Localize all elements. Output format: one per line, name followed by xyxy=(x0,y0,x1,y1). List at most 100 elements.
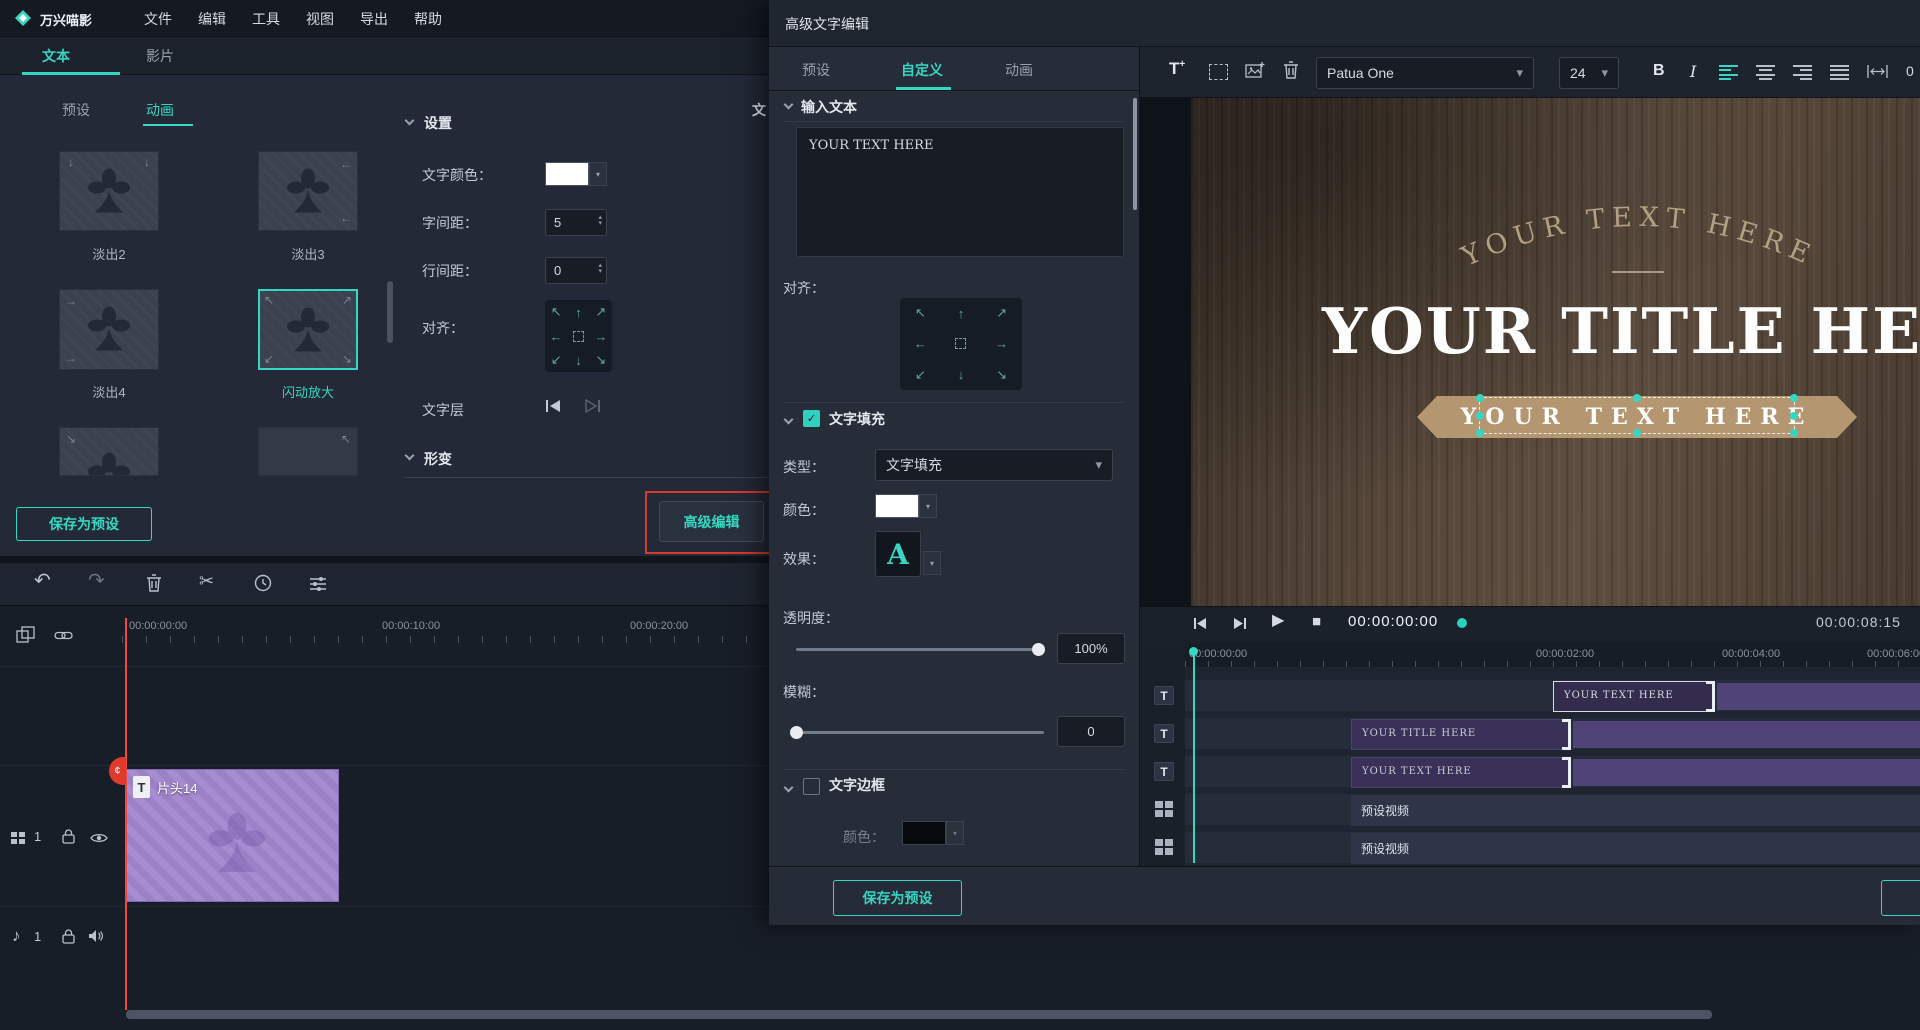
text-box-icon[interactable] xyxy=(1209,64,1228,80)
dialog-titlebar[interactable] xyxy=(769,0,1920,47)
align-center-button[interactable] xyxy=(1756,65,1775,80)
text-input-area[interactable]: YOUR TEXT HERE xyxy=(796,127,1124,257)
blur-slider[interactable] xyxy=(796,731,1044,734)
align-justify-button[interactable] xyxy=(1830,65,1849,80)
keyframe-dot[interactable] xyxy=(1457,618,1467,628)
italic-button[interactable]: I xyxy=(1690,62,1696,81)
opacity-slider-thumb[interactable] xyxy=(1032,643,1045,656)
mini-clip-extension[interactable] xyxy=(1717,683,1920,710)
menu-item-export[interactable]: 导出 xyxy=(360,9,388,29)
fill-checkbox[interactable]: ✓ xyxy=(803,410,820,427)
line-spacing-input[interactable]: 0 ▴▾ xyxy=(545,257,607,284)
text-color-dropdown-icon[interactable]: ▾ xyxy=(589,162,607,186)
preset-thumb-partial[interactable]: ↘ xyxy=(59,427,159,476)
effect-dropdown-icon[interactable]: ▾ xyxy=(923,551,941,575)
align-up-icon[interactable]: ↑ xyxy=(958,306,965,321)
playhead-line[interactable] xyxy=(125,618,127,1010)
canvas-title-text[interactable]: YOUR TITLE HERE xyxy=(1322,294,1920,368)
selection-handle[interactable] xyxy=(1633,394,1641,402)
preset-thumb-fadeout2[interactable]: ↓ ↓ xyxy=(59,151,159,231)
align-center-icon[interactable] xyxy=(955,338,966,349)
dialog-tab-preset[interactable]: 预设 xyxy=(802,60,830,80)
tab-text[interactable]: 文本 xyxy=(42,46,70,66)
mini-clip[interactable]: YOUR TITLE HERE xyxy=(1351,719,1570,750)
preset-thumb-fadeout3[interactable]: ← ← xyxy=(258,151,358,231)
layer-back-icon[interactable] xyxy=(545,399,561,415)
preview-viewport[interactable]: YOUR TEXT HERE YOUR TITLE HERE YOUR TEXT… xyxy=(1191,98,1920,606)
title-clip[interactable]: T 片头14 xyxy=(126,769,339,902)
align-up-icon[interactable]: ↑ xyxy=(575,305,582,320)
timeline-hscrollbar[interactable] xyxy=(126,1010,1712,1019)
delete-icon[interactable] xyxy=(146,574,162,594)
subtab-preset[interactable]: 预设 xyxy=(62,100,90,120)
dialog-tab-animation[interactable]: 动画 xyxy=(1005,60,1033,80)
dialog-save-preset-button[interactable]: 保存为预设 xyxy=(833,880,962,916)
align-down-icon[interactable]: ↓ xyxy=(575,353,582,368)
opacity-value[interactable]: 100% xyxy=(1057,633,1125,664)
menu-item-tools[interactable]: 工具 xyxy=(252,9,280,29)
blur-slider-thumb[interactable] xyxy=(790,726,803,739)
collapse-chevron-icon[interactable] xyxy=(784,415,794,425)
lock-icon[interactable] xyxy=(62,829,75,846)
mini-clip-video[interactable]: 预设视频 xyxy=(1351,833,1920,864)
align-down-right-icon[interactable]: ↘ xyxy=(996,367,1007,383)
add-text-icon[interactable]: T+ xyxy=(1169,59,1185,79)
undo-icon[interactable]: ↶ xyxy=(34,571,51,591)
mini-clip[interactable]: YOUR TEXT HERE xyxy=(1351,757,1570,788)
redo-icon[interactable]: ↷ xyxy=(88,571,105,591)
layer-forward-icon[interactable] xyxy=(585,399,601,415)
align-left-icon[interactable]: ← xyxy=(914,336,927,351)
clip-trim-bracket[interactable] xyxy=(1562,757,1571,788)
align-up-right-icon[interactable]: ↗ xyxy=(595,304,606,320)
trash-icon[interactable] xyxy=(1283,61,1299,81)
outline-color-swatch[interactable] xyxy=(902,821,946,845)
selection-handle[interactable] xyxy=(1476,412,1484,420)
mini-clip-extension[interactable] xyxy=(1573,759,1920,786)
selection-handle[interactable] xyxy=(1476,429,1484,437)
add-image-icon[interactable] xyxy=(1245,61,1266,81)
add-to-track-icon[interactable] xyxy=(16,626,35,645)
dialog-align-widget[interactable]: ↖↑↗ ←→ ↙↓↘ xyxy=(900,298,1022,390)
align-right-icon[interactable]: → xyxy=(594,329,607,344)
spin-down-icon[interactable]: ▾ xyxy=(598,269,602,275)
fill-color-dropdown-icon[interactable]: ▾ xyxy=(919,494,937,518)
blur-value[interactable]: 0 xyxy=(1057,716,1125,747)
spinner-icons[interactable]: ▴▾ xyxy=(598,215,602,227)
clip-trim-bracket[interactable] xyxy=(1706,681,1715,712)
letter-spacing-value[interactable]: 0 xyxy=(1906,63,1914,79)
dialog-confirm-button-partial[interactable] xyxy=(1881,880,1920,916)
eye-icon[interactable] xyxy=(90,832,108,846)
align-center-icon[interactable] xyxy=(573,331,584,342)
selection-handle[interactable] xyxy=(1790,429,1798,437)
lock-icon[interactable] xyxy=(62,929,75,946)
menu-item-view[interactable]: 视图 xyxy=(306,9,334,29)
menu-item-edit[interactable]: 编辑 xyxy=(198,9,226,29)
spin-down-icon[interactable]: ▾ xyxy=(598,221,602,227)
subtab-animation[interactable]: 动画 xyxy=(146,100,174,120)
align-up-left-icon[interactable]: ↖ xyxy=(551,304,562,320)
font-family-dropdown[interactable]: Patua One ▾ xyxy=(1316,57,1534,89)
font-size-dropdown[interactable]: 24 ▾ xyxy=(1559,57,1619,89)
selection-handle[interactable] xyxy=(1790,394,1798,402)
speed-clock-icon[interactable] xyxy=(254,574,272,594)
step-back-icon[interactable] xyxy=(1193,617,1207,632)
arched-text[interactable]: YOUR TEXT HERE xyxy=(1429,178,1849,283)
menu-item-help[interactable]: 帮助 xyxy=(414,9,442,29)
effect-sample-box[interactable]: A xyxy=(875,531,921,577)
preset-thumb-flash-zoom[interactable]: ↖ ↗ ↙ ↘ xyxy=(258,289,358,370)
mini-clip-video[interactable]: 预设视频 xyxy=(1351,795,1920,826)
dialog-scrollbar[interactable] xyxy=(1133,98,1137,210)
clip-trim-bracket[interactable] xyxy=(1562,719,1571,750)
letter-spacing-icon[interactable] xyxy=(1867,64,1888,81)
align-down-left-icon[interactable]: ↙ xyxy=(915,367,926,383)
fill-type-dropdown[interactable]: 文字填充 ▾ xyxy=(875,449,1113,481)
collapse-chevron-icon[interactable] xyxy=(784,100,794,110)
text-color-swatch[interactable] xyxy=(545,162,589,186)
align-up-left-icon[interactable]: ↖ xyxy=(915,305,926,321)
split-scissors-icon[interactable]: ✂ xyxy=(199,572,214,590)
align-down-icon[interactable]: ↓ xyxy=(958,367,965,382)
library-scrollbar[interactable] xyxy=(387,281,393,343)
mini-clip-extension[interactable] xyxy=(1573,721,1920,748)
speaker-icon[interactable] xyxy=(88,929,104,945)
adjust-sliders-icon[interactable] xyxy=(309,576,327,594)
